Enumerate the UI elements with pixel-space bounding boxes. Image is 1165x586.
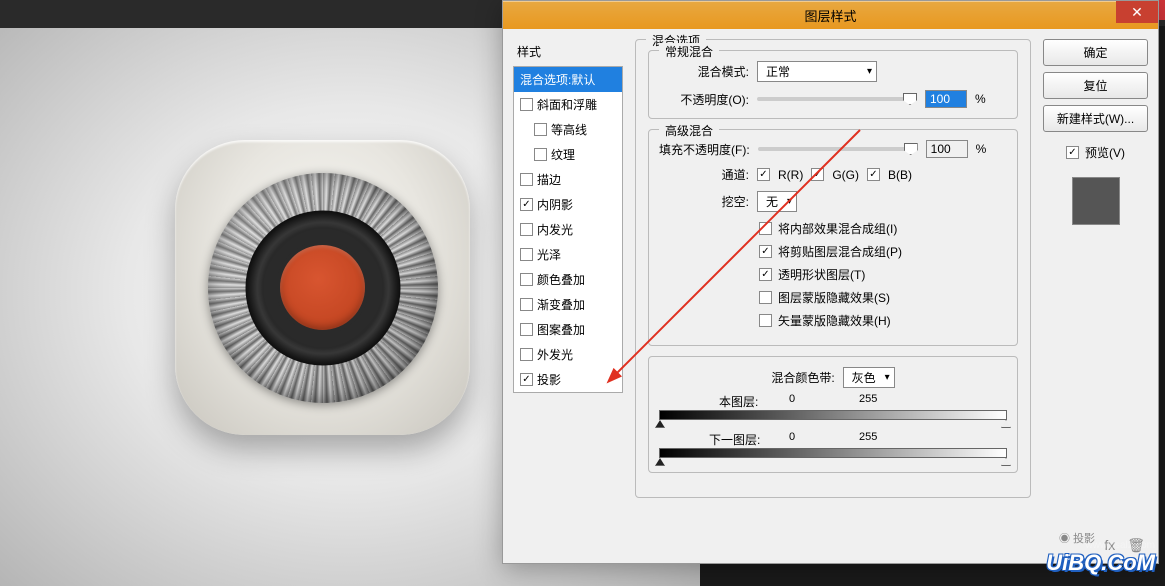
checkbox-icon[interactable] [520,348,533,361]
slider-thumb-icon[interactable] [904,143,918,155]
style-inner-shadow[interactable]: 内阴影 [514,192,622,217]
dialog-title-text: 图层样式 [804,6,856,25]
icon-metal-ring [208,173,438,403]
gradient-bar [659,410,1007,420]
fill-opacity-label: 填充不透明度(F): [659,141,750,158]
opacity-input[interactable]: 100 [925,90,967,108]
checkbox-icon[interactable] [520,198,533,211]
dialog-titlebar[interactable]: 图层样式 ✕ [503,1,1158,29]
opacity-label: 不透明度(O): [659,91,749,108]
style-drop-shadow[interactable]: 投影 [514,367,622,392]
checkbox-icon[interactable] [520,248,533,261]
blend-if-label: 混合颜色带: [771,369,834,386]
checkbox-icon[interactable] [520,173,533,186]
checkbox-icon[interactable] [520,223,533,236]
style-outer-glow[interactable]: 外发光 [514,342,622,367]
style-pattern-overlay[interactable]: 图案叠加 [514,317,622,342]
new-style-button[interactable]: 新建样式(W)... [1043,105,1148,132]
this-layer-slider[interactable]: 本图层: 0 255 [659,396,1007,424]
checkbox-icon[interactable] [520,298,533,311]
style-stroke[interactable]: 描边 [514,167,622,192]
slider-thumb-icon[interactable] [903,93,917,105]
general-blend-fieldset: 常规混合 混合模式: 正常 不透明度(O): 100 % [648,50,1018,119]
styles-list: 混合选项:默认 斜面和浮雕 等高线 纹理 描边 内阴影 内发光 光泽 颜色叠加 … [513,66,623,393]
icon-red-center [280,245,365,330]
preview-checkbox[interactable] [1066,146,1079,159]
slider-handle-icon[interactable] [1001,420,1011,428]
checkbox-icon[interactable] [520,273,533,286]
blend-clipped-checkbox[interactable] [759,245,772,258]
checkbox-icon[interactable] [520,373,533,386]
checkbox-icon[interactable] [520,98,533,111]
style-gradient-overlay[interactable]: 渐变叠加 [514,292,622,317]
channels-label: 通道: [659,166,749,183]
layer-style-dialog: 图层样式 ✕ 样式 混合选项:默认 斜面和浮雕 等高线 纹理 描边 内阴影 内发… [502,0,1159,564]
blend-if-fieldset: 混合颜色带: 灰色 本图层: 0 255 下一图层: 0 255 [648,356,1018,473]
fill-opacity-slider[interactable] [758,147,918,151]
channel-r-checkbox[interactable] [757,168,770,181]
advanced-blend-fieldset: 高级混合 填充不透明度(F): 100 % 通道: R(R) G(G) B(B) [648,129,1018,346]
knockout-select[interactable]: 无 [757,191,797,212]
blend-mode-select[interactable]: 正常 [757,61,877,82]
transparency-shapes-checkbox[interactable] [759,268,772,281]
styles-panel: 样式 混合选项:默认 斜面和浮雕 等高线 纹理 描边 内阴影 内发光 光泽 颜色… [513,39,623,553]
underlying-layer-slider[interactable]: 下一图层: 0 255 [659,434,1007,462]
slider-handle-icon[interactable] [1001,458,1011,466]
style-bevel[interactable]: 斜面和浮雕 [514,92,622,117]
style-satin[interactable]: 光泽 [514,242,622,267]
advanced-blend-legend: 高级混合 [659,122,719,139]
ok-button[interactable]: 确定 [1043,39,1148,66]
knockout-label: 挖空: [659,193,749,210]
dialog-close-button[interactable]: ✕ [1116,1,1158,23]
checkbox-icon[interactable] [534,148,547,161]
options-panel: 混合选项 常规混合 混合模式: 正常 不透明度(O): 100 % [635,39,1031,553]
preview-swatch [1072,177,1120,225]
slider-handle-icon[interactable] [655,420,665,428]
percent-label: % [976,142,987,156]
fill-opacity-input[interactable]: 100 [926,140,968,158]
style-inner-glow[interactable]: 内发光 [514,217,622,242]
checkbox-icon[interactable] [520,323,533,336]
vector-mask-hides-checkbox[interactable] [759,314,772,327]
opacity-slider[interactable] [757,97,917,101]
watermark-logo: UiBQ.CoM [1046,550,1155,576]
style-contour[interactable]: 等高线 [514,117,622,142]
blend-options-fieldset: 混合选项 常规混合 混合模式: 正常 不透明度(O): 100 % [635,39,1031,498]
layer-mask-hides-checkbox[interactable] [759,291,772,304]
general-blend-legend: 常规混合 [659,43,719,60]
gradient-bar [659,448,1007,458]
icon-dark-ring [245,210,400,365]
slider-handle-icon[interactable] [655,458,665,466]
checkbox-icon[interactable] [534,123,547,136]
buttons-panel: 确定 复位 新建样式(W)... 预览(V) [1043,39,1148,553]
percent-label: % [975,92,986,106]
channel-b-checkbox[interactable] [867,168,880,181]
blend-if-select[interactable]: 灰色 [843,367,895,388]
blend-mode-label: 混合模式: [659,63,749,80]
preview-label: 预览(V) [1085,144,1125,161]
channel-g-checkbox[interactable] [811,168,824,181]
icon-preview-base [175,140,470,435]
cancel-button[interactable]: 复位 [1043,72,1148,99]
style-texture[interactable]: 纹理 [514,142,622,167]
blend-interior-checkbox[interactable] [759,222,772,235]
style-blend-options[interactable]: 混合选项:默认 [514,67,622,92]
style-color-overlay[interactable]: 颜色叠加 [514,267,622,292]
styles-header: 样式 [513,39,623,66]
